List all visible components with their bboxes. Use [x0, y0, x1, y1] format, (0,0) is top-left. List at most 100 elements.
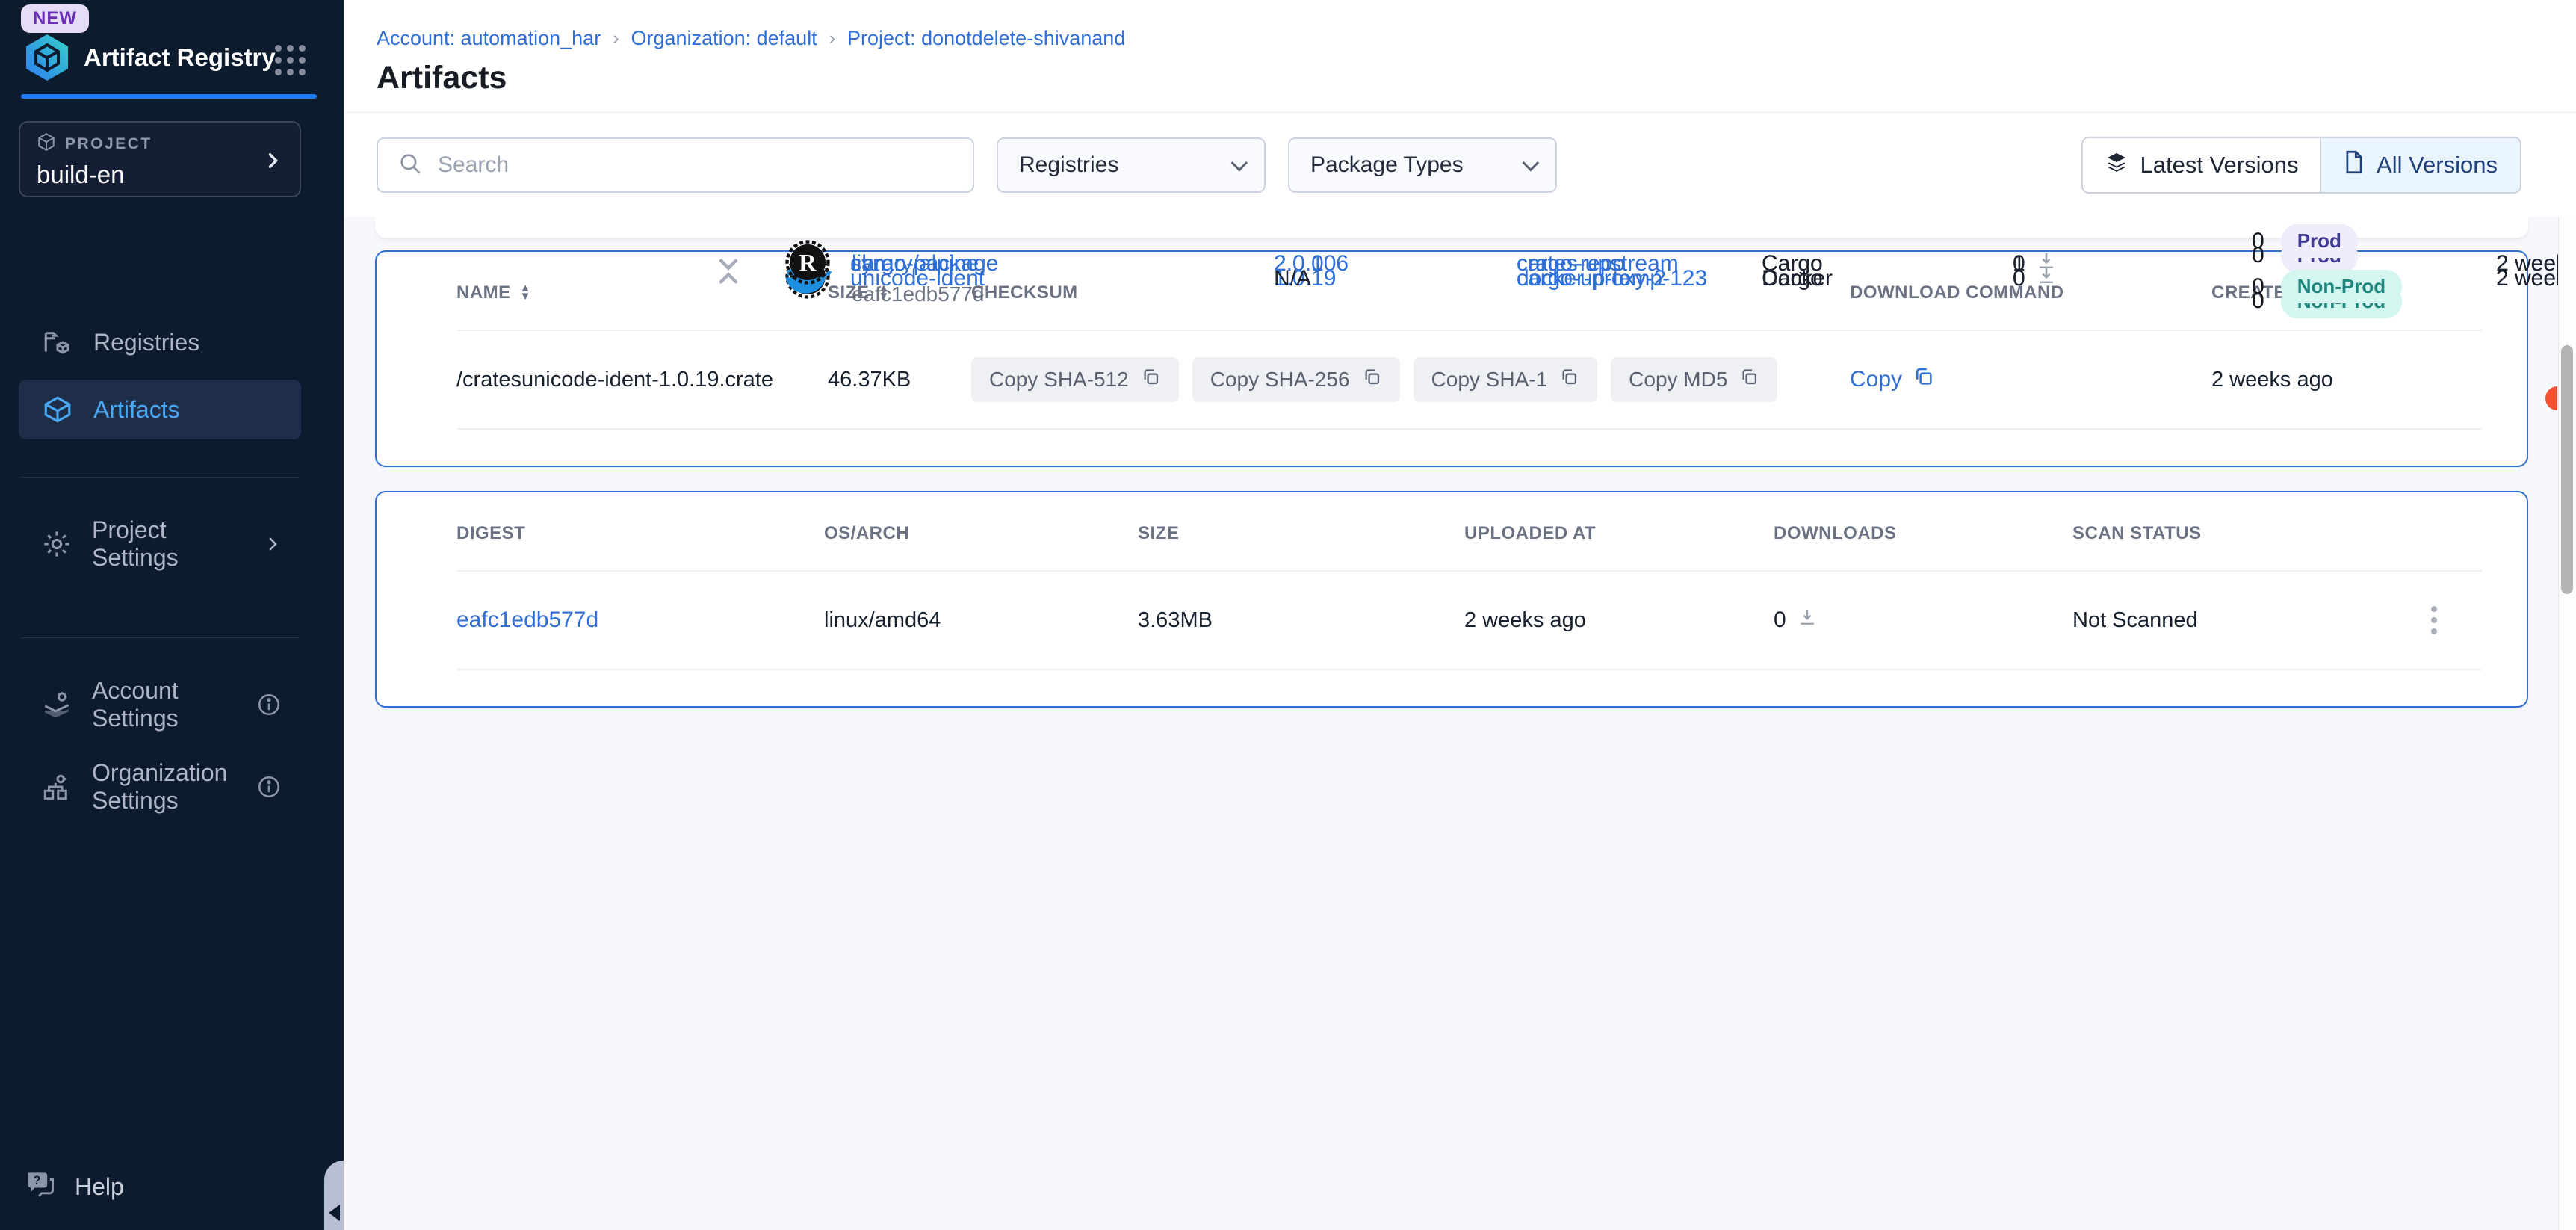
breadcrumb: Account: automation_har › Organization: …: [377, 27, 1125, 50]
registries-dropdown-label: Registries: [1019, 152, 1118, 178]
chevron-down-icon: [1231, 155, 1248, 172]
all-versions-button[interactable]: All Versions: [2320, 138, 2520, 192]
info-icon[interactable]: [256, 692, 282, 717]
package-types-dropdown-label: Package Types: [1310, 152, 1464, 178]
copy-label: Copy: [1850, 367, 1902, 392]
breadcrumb-account-link[interactable]: Account: automation_har: [377, 27, 601, 50]
chevron-right-icon: [264, 534, 282, 554]
sidebar-item-registries[interactable]: Registries: [19, 312, 301, 372]
cargo-rust-icon: R: [784, 239, 831, 289]
scan-status: Not Scanned: [2072, 608, 2415, 633]
sidebar-item-label: Account Settings: [92, 677, 237, 732]
file-created-at: 2 weeks ago: [2211, 368, 2482, 392]
page-title: Artifacts: [377, 60, 507, 96]
file-size: 46.37KB: [828, 368, 971, 392]
registries-dropdown[interactable]: Registries: [997, 137, 1266, 193]
copy-icon: [1362, 367, 1382, 392]
detail-table-row: /cratesunicode-ident-1.0.19.crate46.37KB…: [456, 331, 2482, 430]
artifacts-cube-icon: [41, 394, 74, 425]
project-label: PROJECT: [65, 135, 152, 153]
svg-text:R: R: [799, 250, 817, 276]
copy-icon: [1559, 367, 1579, 392]
artifact-row[interactable]: Rsyn2.0.106crates-upstreamCargo10Prod0No…: [687, 217, 2576, 311]
project-selector[interactable]: PROJECT build-en: [19, 121, 301, 197]
artifact-registry-logo-icon: [22, 33, 72, 82]
column-header: UPLOADED AT: [1464, 523, 1774, 544]
registry-link[interactable]: crates-upstream: [1517, 251, 1679, 276]
collapse-arrow-icon: [329, 1205, 340, 1221]
copy-checksum-label: Copy SHA-256: [1210, 368, 1350, 392]
sidebar-item-organization-settings[interactable]: Organization Settings: [19, 757, 301, 817]
downloads-count: 1: [2013, 250, 2252, 277]
project-name: build-en: [37, 161, 283, 189]
kebab-menu-button[interactable]: [2425, 600, 2482, 640]
column-header-label: SCAN STATUS: [2072, 523, 2202, 544]
help-button[interactable]: ? Help: [24, 1167, 124, 1206]
column-header: SCAN STATUS: [2072, 523, 2415, 544]
all-versions-label: All Versions: [2377, 152, 2498, 179]
breadcrumb-organization-link[interactable]: Organization: default: [631, 27, 817, 50]
digest-link[interactable]: eafc1edb577d: [456, 608, 598, 632]
column-header: OS/ARCH: [824, 523, 1138, 544]
column-header-label: DIGEST: [456, 523, 525, 544]
column-header: SIZE: [1138, 523, 1464, 544]
registries-icon: [41, 327, 74, 358]
download-icon: [1797, 607, 1818, 634]
sidebar-collapse-handle[interactable]: [324, 1161, 344, 1230]
manifest-size: 3.63MB: [1138, 608, 1464, 633]
sidebar-item-label: Artifacts: [93, 396, 180, 424]
sidebar-divider: [21, 477, 299, 478]
scrollbar-thumb[interactable]: [2561, 345, 2573, 594]
copy-checksum-button[interactable]: Copy SHA-256: [1192, 357, 1400, 402]
main-area: Account: automation_har › Organization: …: [344, 0, 2576, 1230]
artifact-name-cell: Rsyn: [770, 239, 1274, 289]
org-chart-gear-icon: [41, 771, 72, 803]
page-header: Account: automation_har › Organization: …: [344, 0, 2576, 217]
download-command-copy-link[interactable]: Copy: [1850, 365, 2211, 394]
manifests-table: DIGEST OS/ARCHSIZEUPLOADED ATDOWNLOADS SCA…: [456, 497, 2482, 706]
versions-toggle-group: Latest Versions All Versions: [2081, 137, 2521, 194]
search-input[interactable]: [438, 152, 953, 178]
document-icon: [2344, 150, 2365, 180]
sidebar-item-label: Organization Settings: [92, 759, 237, 815]
chevron-separator-icon: ›: [613, 28, 619, 49]
sidebar-item-label: Registries: [93, 329, 199, 356]
copy-checksum-label: Copy SHA-512: [989, 368, 1129, 392]
column-header-label: DOWNLOADS: [1774, 523, 1896, 544]
artifact-name-link[interactable]: syn: [850, 251, 885, 276]
search-icon: [397, 151, 423, 180]
copy-checksum-button[interactable]: Copy SHA-1: [1414, 357, 1598, 402]
artifact-version-link[interactable]: 2.0.106: [1274, 251, 1517, 276]
copy-checksum-button[interactable]: Copy MD5: [1611, 357, 1777, 402]
detail-table-row: eafc1edb577d linux/amd643.63MB2 weeks ago…: [456, 572, 2482, 670]
copy-checksum-button[interactable]: Copy SHA-512: [971, 357, 1179, 402]
sidebar-item-account-settings[interactable]: Account Settings: [19, 675, 301, 735]
scrollbar-track[interactable]: [2558, 217, 2576, 1230]
checksum-buttons: Copy SHA-512 Copy SHA-256 Copy SHA-1 Copy M…: [971, 357, 1850, 402]
app-switcher-grid-icon[interactable]: [275, 45, 306, 75]
latest-versions-button[interactable]: Latest Versions: [2083, 138, 2320, 192]
prod-count: 0: [2252, 229, 2264, 254]
copy-checksum-label: Copy SHA-1: [1431, 368, 1548, 392]
package-types-dropdown[interactable]: Package Types: [1288, 137, 1557, 193]
new-badge: NEW: [21, 4, 89, 33]
copy-icon: [1913, 365, 1935, 394]
header-divider: [344, 112, 2576, 113]
info-icon[interactable]: [256, 774, 282, 800]
uploaded-at: 2 weeks ago: [1464, 608, 1774, 633]
expand-toggle-button[interactable]: [687, 251, 770, 276]
sort-icon[interactable]: ▲▼: [520, 285, 531, 301]
downloads-number: 0: [1774, 608, 1786, 633]
column-header: DIGEST: [456, 523, 824, 544]
copy-checksum-label: Copy MD5: [1629, 368, 1727, 392]
project-cube-icon: [37, 132, 56, 156]
download-icon: [2036, 250, 2057, 277]
brand-underline: [21, 94, 317, 99]
deployment-line: 0Non-Prod: [2252, 270, 2496, 303]
os-arch: linux/amd64: [824, 608, 1138, 633]
sidebar-item-project-settings[interactable]: Project Settings: [19, 514, 301, 574]
sidebar-item-artifacts[interactable]: Artifacts: [19, 380, 301, 439]
deployments-cell: 0Prod0Non-Prod: [2252, 224, 2496, 303]
filter-bar: Registries Package Types Latest Versions: [344, 114, 2576, 217]
breadcrumb-project-link[interactable]: Project: donotdelete-shivanand: [847, 27, 1125, 50]
